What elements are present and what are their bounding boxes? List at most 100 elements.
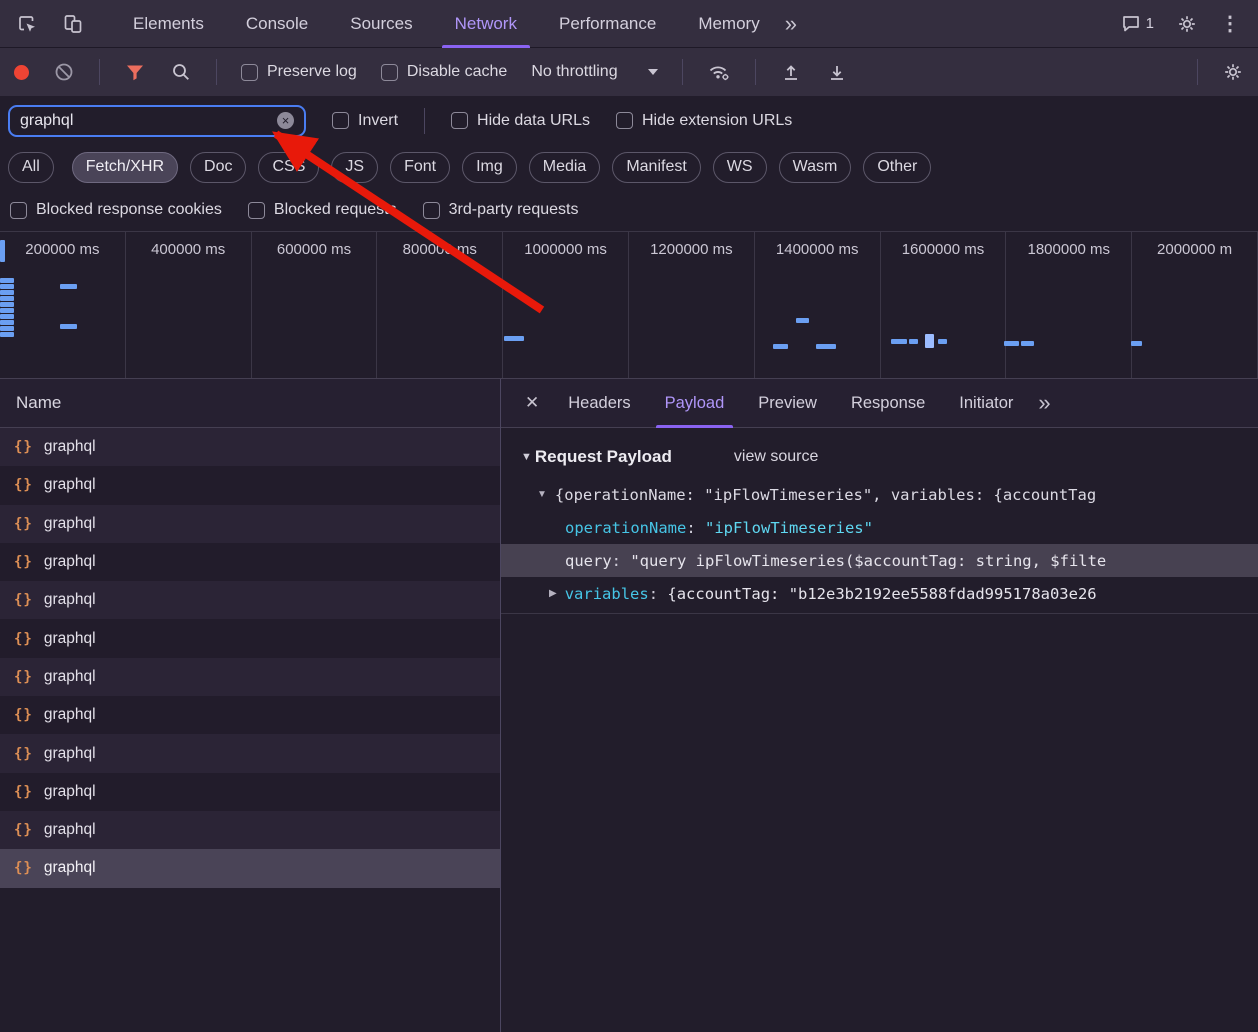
more-options-icon[interactable]: ⋮	[1220, 11, 1240, 36]
export-har-icon[interactable]	[826, 61, 848, 83]
filter-button[interactable]	[124, 61, 146, 83]
blocked-requests-checkbox	[248, 202, 265, 219]
chip-wasm[interactable]: Wasm	[779, 152, 852, 183]
settings-gear-icon[interactable]	[1176, 13, 1198, 35]
details-more-tabs-icon[interactable]: »	[1038, 390, 1048, 416]
payload-variables-row[interactable]: ▶ variables: {accountTag: "b12e3b2192ee5…	[501, 577, 1258, 610]
close-details-icon[interactable]: ✕	[513, 393, 551, 413]
tab-sources[interactable]: Sources	[329, 0, 433, 48]
json-braces-icon: {}	[14, 746, 33, 762]
tab-console[interactable]: Console	[225, 0, 329, 48]
chip-js[interactable]: JS	[331, 152, 378, 183]
record-network-log-button[interactable]	[14, 65, 29, 80]
chip-css[interactable]: CSS	[258, 152, 319, 183]
request-row[interactable]: {}graphql	[0, 505, 500, 543]
waterfall-bar	[0, 290, 14, 295]
chip-doc[interactable]: Doc	[190, 152, 246, 183]
invert-checkbox	[332, 112, 349, 129]
waterfall-bar	[0, 320, 14, 325]
import-har-icon[interactable]	[780, 61, 802, 83]
tab-network[interactable]: Network	[434, 0, 538, 48]
disable-cache-toggle[interactable]: Disable cache	[381, 63, 508, 81]
invert-toggle[interactable]: Invert	[332, 112, 398, 130]
expand-triangle-icon[interactable]: ▼	[537, 489, 547, 500]
details-tab-payload[interactable]: Payload	[648, 379, 742, 428]
chip-fetch-xhr[interactable]: Fetch/XHR	[72, 152, 178, 183]
timeline-overview[interactable]: 200000 ms400000 ms600000 ms800000 ms1000…	[0, 231, 1258, 379]
tab-elements[interactable]: Elements	[112, 0, 225, 48]
throttling-select[interactable]: No throttling	[531, 63, 657, 81]
timeline-tick-label: 400000 ms	[151, 241, 225, 258]
chip-font[interactable]: Font	[390, 152, 450, 183]
disable-cache-label: Disable cache	[407, 63, 508, 81]
request-row[interactable]: {}graphql	[0, 581, 500, 619]
clear-filter-icon[interactable]: ×	[277, 112, 294, 129]
details-tab-response[interactable]: Response	[834, 379, 942, 428]
timeline-tick-label: 1600000 ms	[902, 241, 985, 258]
request-row[interactable]: {}graphql	[0, 773, 500, 811]
network-settings-gear-icon[interactable]	[1222, 61, 1244, 83]
expand-triangle-icon[interactable]: ▶	[549, 588, 557, 599]
network-filter-input[interactable]: ×	[8, 105, 306, 137]
request-name: graphql	[44, 745, 96, 763]
chip-other[interactable]: Other	[863, 152, 931, 183]
chip-img[interactable]: Img	[462, 152, 517, 183]
preserve-log-label: Preserve log	[267, 63, 357, 81]
request-table: Name {}graphql{}graphql{}graphql{}graphq…	[0, 379, 501, 1032]
request-row[interactable]: {}graphql	[0, 466, 500, 504]
filter-text-field[interactable]	[20, 112, 277, 130]
waterfall-bar	[0, 302, 14, 307]
inspect-element-icon[interactable]	[16, 13, 38, 35]
request-row[interactable]: {}graphql	[0, 428, 500, 466]
chip-all[interactable]: All	[8, 152, 54, 183]
chip-media[interactable]: Media	[529, 152, 601, 183]
request-name: graphql	[44, 859, 96, 877]
preserve-log-toggle[interactable]: Preserve log	[241, 63, 357, 81]
payload-query-row[interactable]: query: "query ipFlowTimeseries($accountT…	[501, 544, 1258, 577]
hide-extension-urls-label: Hide extension URLs	[642, 112, 792, 130]
blocked-response-cookies-toggle[interactable]: Blocked response cookies	[10, 201, 222, 219]
waterfall-bar	[60, 324, 77, 329]
chip-manifest[interactable]: Manifest	[612, 152, 700, 183]
waterfall-bar	[925, 334, 934, 348]
hide-extension-urls-toggle[interactable]: Hide extension URLs	[616, 112, 792, 130]
waterfall-bar	[504, 336, 524, 341]
request-row[interactable]: {}graphql	[0, 619, 500, 657]
third-party-requests-toggle[interactable]: 3rd-party requests	[423, 201, 579, 219]
request-row[interactable]: {}graphql	[0, 696, 500, 734]
timeline-column: 600000 ms	[252, 232, 378, 378]
console-messages-button[interactable]: 1	[1120, 13, 1154, 35]
request-row[interactable]: {}graphql	[0, 658, 500, 696]
search-button[interactable]	[170, 61, 192, 83]
timeline-column: 400000 ms	[126, 232, 252, 378]
device-toolbar-icon[interactable]	[62, 13, 84, 35]
tab-memory[interactable]: Memory	[677, 0, 780, 48]
timeline-tick-label: 600000 ms	[277, 241, 351, 258]
json-braces-icon: {}	[14, 516, 33, 532]
details-tab-headers[interactable]: Headers	[551, 379, 647, 428]
collapse-triangle-icon[interactable]: ▼	[521, 451, 532, 463]
hide-data-urls-label: Hide data URLs	[477, 112, 590, 130]
clear-network-log-button[interactable]	[53, 61, 75, 83]
more-panels-icon[interactable]: »	[785, 11, 795, 37]
payload-root-row[interactable]: ▼ {operationName: "ipFlowTimeseries", va…	[501, 478, 1258, 511]
request-name: graphql	[44, 553, 96, 571]
network-conditions-icon[interactable]	[707, 61, 731, 83]
view-source-button[interactable]: view source	[734, 448, 818, 466]
details-tab-initiator[interactable]: Initiator	[942, 379, 1030, 428]
request-row[interactable]: {}graphql	[0, 811, 500, 849]
json-braces-icon: {}	[14, 554, 33, 570]
details-tabs: HeadersPayloadPreviewResponseInitiator	[551, 379, 1030, 428]
type-filter-chips: All Fetch/XHR Doc CSS JS Font Img Media Manifest…	[0, 145, 1258, 189]
request-row[interactable]: {} graphql	[0, 543, 500, 581]
details-tab-preview[interactable]: Preview	[741, 379, 834, 428]
json-braces-icon: {}	[14, 439, 33, 455]
payload-operation-row[interactable]: operationName: "ipFlowTimeseries"	[501, 511, 1258, 544]
request-row[interactable]: {} graphql	[0, 734, 500, 772]
request-row[interactable]: {}graphql	[0, 849, 500, 887]
tab-performance[interactable]: Performance	[538, 0, 677, 48]
hide-data-urls-toggle[interactable]: Hide data URLs	[451, 112, 590, 130]
chip-ws[interactable]: WS	[713, 152, 767, 183]
name-column-header[interactable]: Name	[0, 379, 500, 428]
blocked-requests-toggle[interactable]: Blocked requests	[248, 201, 397, 219]
